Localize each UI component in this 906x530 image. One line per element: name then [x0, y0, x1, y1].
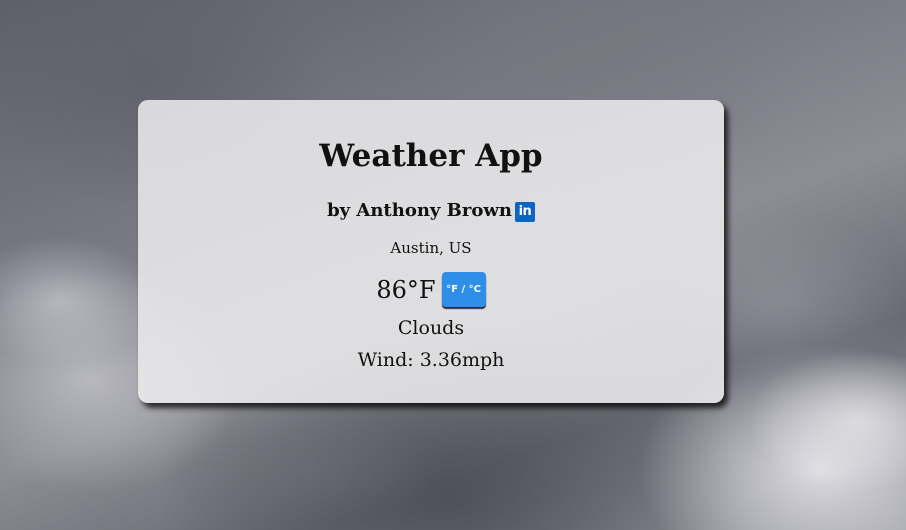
- location-label: Austin, US: [390, 239, 472, 257]
- linkedin-glyph: in: [518, 204, 532, 219]
- unit-toggle-button[interactable]: °F / °C: [441, 272, 486, 307]
- linkedin-icon[interactable]: in: [514, 202, 535, 222]
- app-title: Weather App: [319, 138, 543, 174]
- wind-speed: Wind: 3.36mph: [357, 349, 505, 371]
- author-name: by Anthony Brown: [327, 200, 512, 221]
- temperature-row: 86°F °F / °C: [138, 272, 724, 307]
- temperature-value: 86°F: [376, 275, 436, 304]
- weather-conditions: Clouds: [397, 317, 465, 339]
- author-byline: by Anthony Brown in: [138, 200, 724, 222]
- weather-card: Weather App by Anthony Brown in Austin, …: [138, 100, 724, 403]
